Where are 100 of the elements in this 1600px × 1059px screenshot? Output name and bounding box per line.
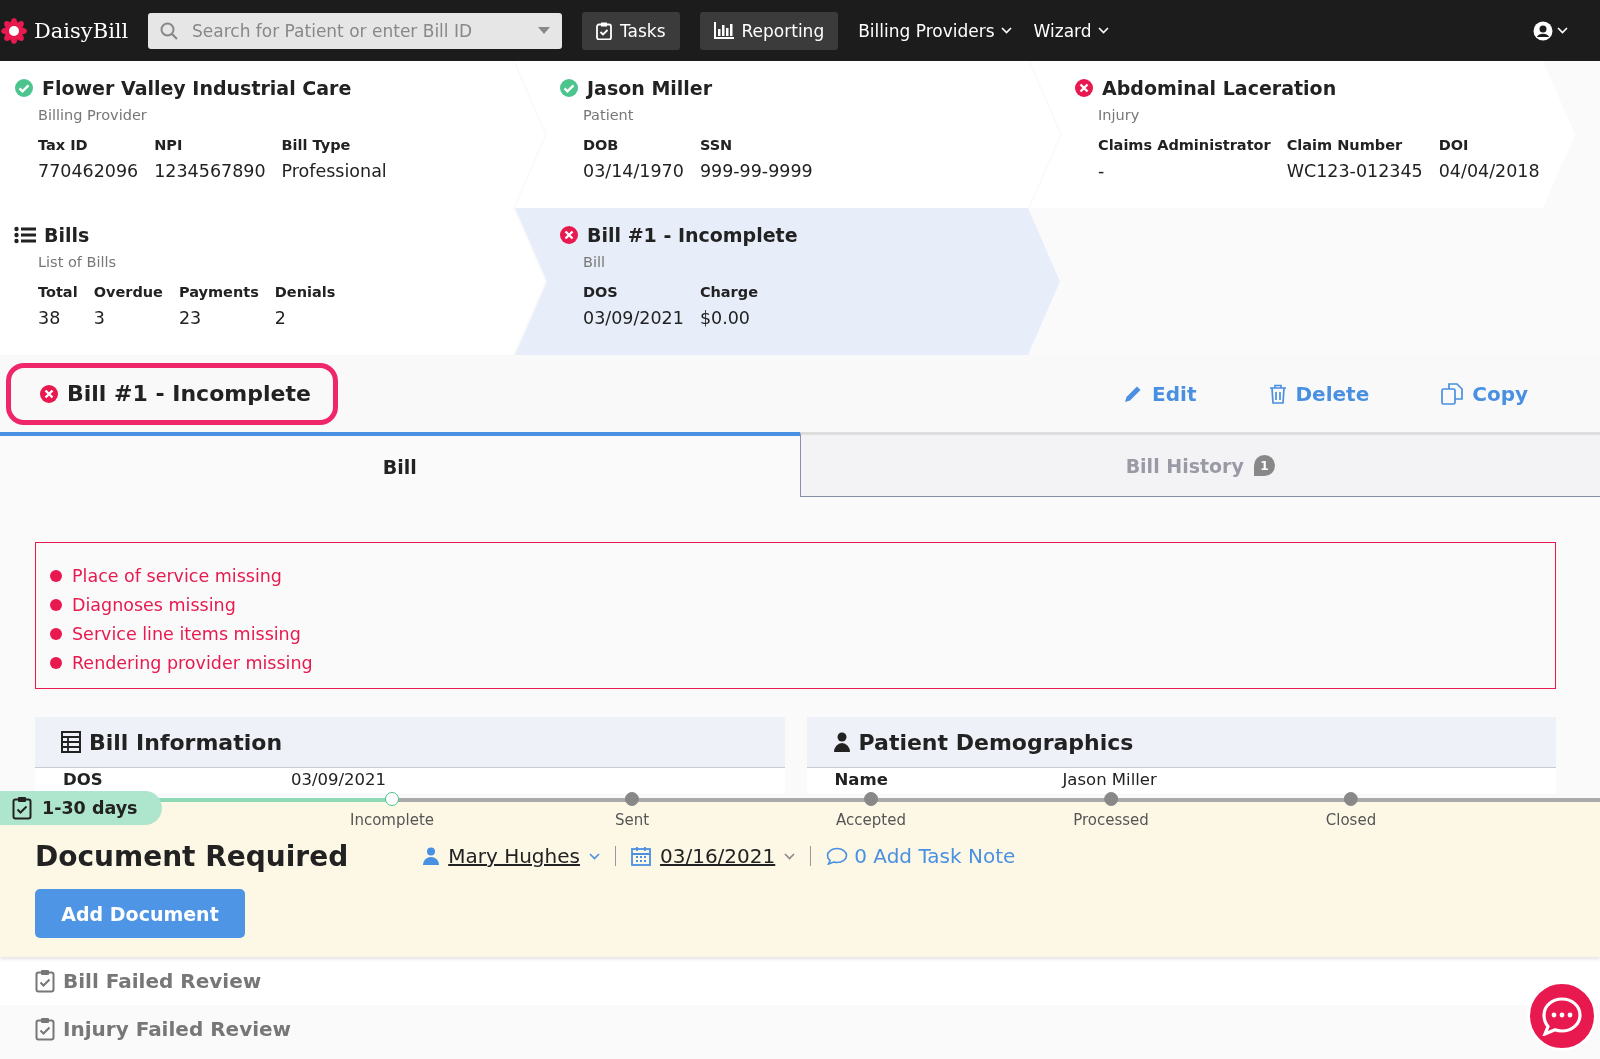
field-label: Total bbox=[38, 284, 78, 300]
user-avatar-icon[interactable] bbox=[1533, 20, 1553, 41]
field-value: WC123-012345 bbox=[1286, 161, 1423, 181]
summary-card[interactable]: Abdominal Laceration Injury Claims Administrator - Claim Number WC123-012345 DOI 04/04/2018 bbox=[1030, 61, 1575, 208]
field-label: Payments bbox=[178, 284, 259, 300]
field-value: 770462096 bbox=[38, 161, 139, 181]
clipboard-check-icon bbox=[35, 969, 55, 993]
step-label: Processed bbox=[1073, 811, 1149, 829]
nav-menu[interactable]: Billing Providers bbox=[858, 20, 1012, 41]
bullet-dot bbox=[50, 569, 62, 582]
field-value: 23 bbox=[178, 308, 203, 328]
field-label: Name bbox=[834, 770, 888, 789]
field-value: $0.00 bbox=[699, 308, 751, 328]
check-circle-icon bbox=[559, 78, 579, 98]
copy-icon bbox=[1441, 382, 1464, 405]
card-subtitle: Injury bbox=[1098, 107, 1141, 123]
section-title: Patient Demographics bbox=[858, 729, 1134, 755]
spreadsheet-icon bbox=[61, 731, 81, 753]
step-label: Sent bbox=[614, 811, 650, 829]
bullet-dot bbox=[50, 656, 62, 669]
bullet-dot bbox=[50, 598, 62, 611]
error-circle-icon bbox=[559, 225, 579, 245]
summary-card[interactable]: Bill #1 - Incomplete Bill DOS 03/09/2021 Charge $0.00 bbox=[515, 208, 1060, 355]
field-value: 03/14/1970 bbox=[583, 161, 684, 181]
field-value: 3 bbox=[93, 308, 106, 328]
caret-icon bbox=[1097, 27, 1109, 34]
error-message: Service line items missing bbox=[72, 623, 301, 644]
speech-bubble-icon bbox=[826, 847, 849, 865]
field-label: Claim Number bbox=[1286, 137, 1404, 153]
step-label: Incomplete bbox=[350, 811, 434, 829]
flower-logo-icon bbox=[0, 16, 28, 45]
clipboard-check-icon bbox=[12, 796, 32, 820]
card-title: Bill #1 - Incomplete bbox=[587, 224, 798, 246]
search-field[interactable]: Search for Patient or enter Bill ID bbox=[148, 12, 562, 49]
field-value: - bbox=[1098, 161, 1106, 181]
field-label: DOI bbox=[1438, 137, 1470, 153]
error-message: Rendering provider missing bbox=[72, 652, 313, 673]
field-value: 03/09/2021 bbox=[291, 770, 387, 791]
caret-icon bbox=[1557, 27, 1568, 34]
count-badge: 1 bbox=[1253, 455, 1275, 476]
step-label: Accepted bbox=[836, 811, 906, 829]
card-subtitle: Billing Provider bbox=[38, 107, 148, 123]
clipboard-check-icon bbox=[596, 21, 612, 40]
app-logo: DaisyBill bbox=[34, 18, 129, 43]
field-label: DOS bbox=[63, 770, 103, 789]
nav-menu[interactable]: Wizard bbox=[1033, 20, 1109, 41]
field-label: SSN bbox=[699, 137, 734, 153]
tab[interactable]: Bill History 1 bbox=[799, 432, 1600, 497]
field-label: Bill Type bbox=[281, 137, 352, 153]
field-value: Jason Miller bbox=[1062, 770, 1157, 791]
field-value: 04/04/2018 bbox=[1438, 161, 1540, 181]
search-input[interactable]: Search for Patient or enter Bill ID bbox=[190, 19, 526, 42]
field-label: NPI bbox=[154, 137, 184, 153]
card-subtitle: List of Bills bbox=[38, 254, 118, 270]
bar-chart-icon bbox=[713, 22, 734, 39]
error-circle-icon bbox=[1074, 78, 1094, 98]
error-circle-icon bbox=[39, 383, 59, 404]
caret-icon bbox=[1000, 27, 1012, 34]
field-value: 2 bbox=[274, 308, 287, 328]
summary-card[interactable]: Jason Miller Patient DOB 03/14/1970 SSN 999-99-9999 bbox=[515, 61, 1060, 208]
field-value: 999-99-9999 bbox=[699, 161, 813, 181]
list-icon bbox=[14, 226, 36, 244]
card-title: Bills bbox=[44, 224, 90, 246]
chat-bubble-icon bbox=[1541, 996, 1583, 1036]
check-circle-icon bbox=[14, 78, 34, 98]
card-subtitle: Patient bbox=[583, 107, 635, 123]
field-label: Denials bbox=[274, 284, 336, 300]
card-subtitle: Bill bbox=[583, 254, 607, 270]
field-value: 38 bbox=[38, 308, 62, 328]
trash-icon bbox=[1268, 383, 1287, 404]
field-value: Professional bbox=[281, 161, 387, 181]
caret-icon bbox=[588, 852, 600, 860]
nav-button[interactable]: Tasks bbox=[582, 11, 680, 50]
field-label: Claims Administrator bbox=[1098, 137, 1271, 153]
assignee-dropdown[interactable]: Mary Hughes bbox=[408, 844, 615, 868]
bullet-dot bbox=[50, 627, 62, 640]
step-label: Closed bbox=[1325, 811, 1377, 829]
person-icon bbox=[832, 732, 851, 752]
summary-card[interactable]: Bills List of Bills Total 38 Overdue 3 Payments 23 Denials 2 bbox=[0, 208, 545, 355]
task-title: Document Required bbox=[35, 839, 349, 873]
bill-status-heading: Bill #1 - Incomplete bbox=[6, 362, 338, 425]
error-message: Place of service missing bbox=[72, 565, 282, 586]
card-title: Abdominal Laceration bbox=[1102, 77, 1337, 99]
due-date-dropdown[interactable]: 03/16/2021 bbox=[615, 844, 811, 868]
age-badge: 1-30 days bbox=[0, 791, 162, 825]
field-label: Overdue bbox=[93, 284, 163, 300]
field-label: Charge bbox=[699, 284, 758, 300]
calendar-icon bbox=[630, 846, 651, 866]
nav-button[interactable]: Reporting bbox=[699, 11, 839, 50]
summary-card[interactable]: Flower Valley Industrial Care Billing Provider Tax ID 770462096 NPI 1234567890 Bill Type Professional bbox=[0, 61, 545, 208]
clipboard-check-icon bbox=[35, 1017, 55, 1041]
person-icon bbox=[423, 847, 440, 865]
error-message: Diagnoses missing bbox=[72, 594, 236, 615]
caret-icon bbox=[784, 852, 796, 860]
field-label: DOB bbox=[583, 137, 620, 153]
task-row[interactable]: Bill Failed Review bbox=[0, 957, 1600, 1005]
card-title: Jason Miller bbox=[587, 77, 713, 99]
dropdown-arrow-icon bbox=[538, 27, 550, 34]
field-label: Tax ID bbox=[38, 137, 89, 153]
field-value: 1234567890 bbox=[154, 161, 266, 181]
